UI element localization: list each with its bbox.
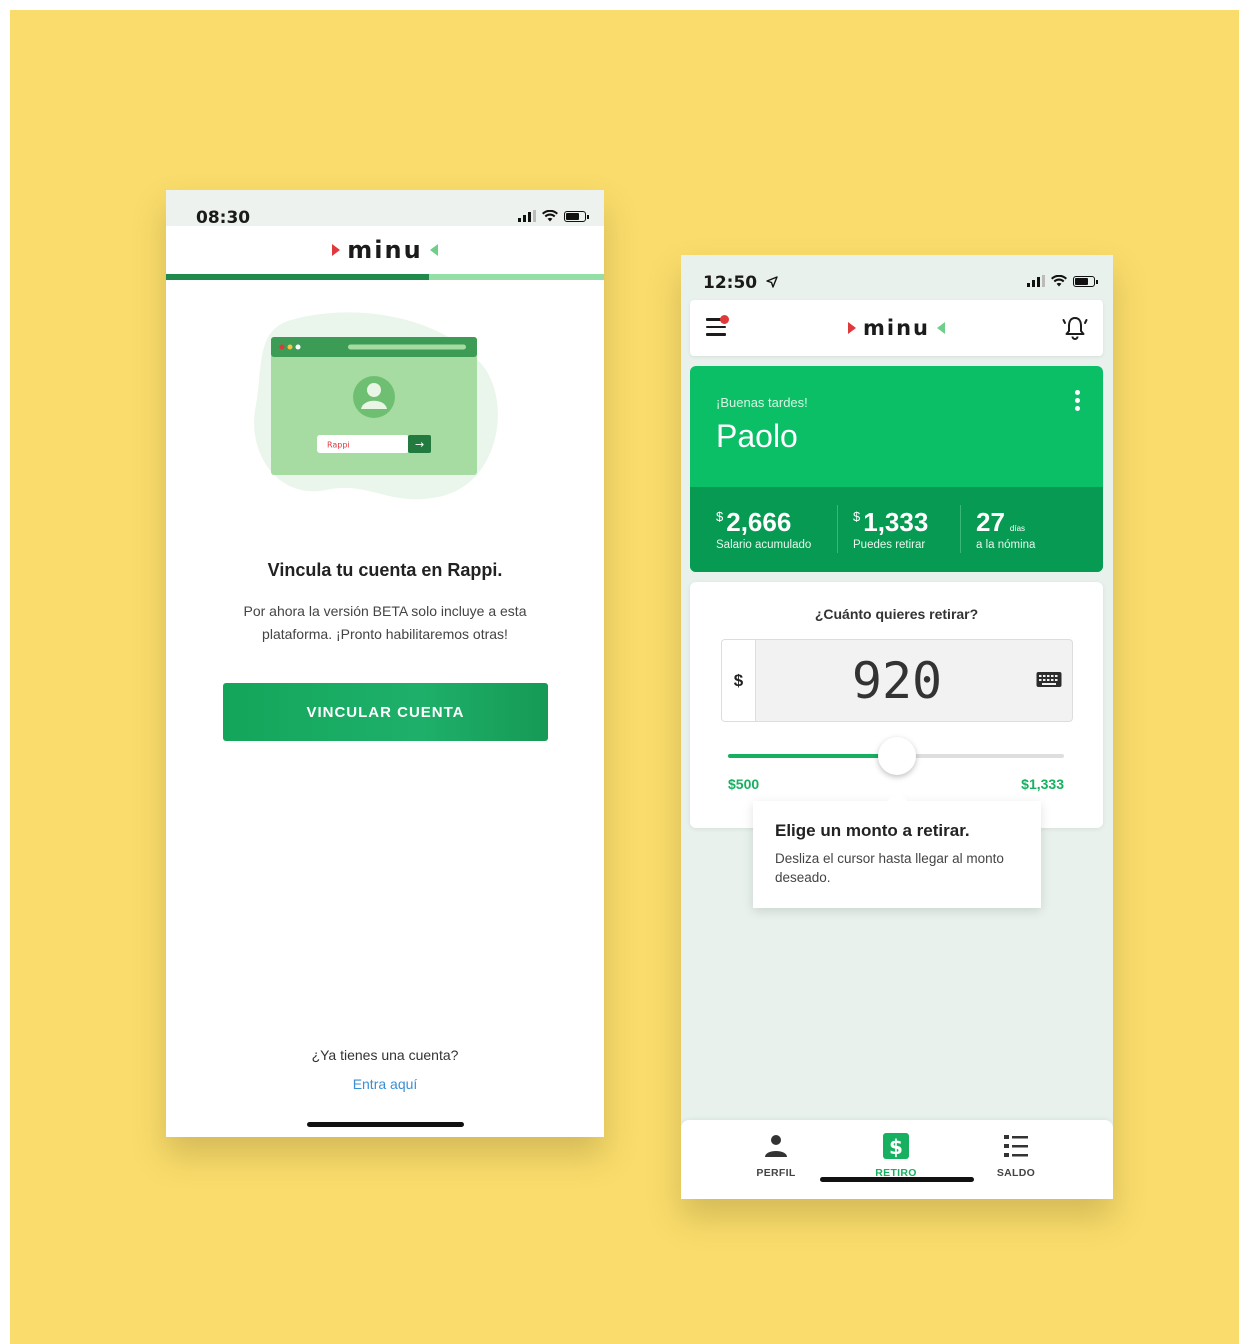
status-bar: 08:30 [166,190,604,228]
logo-green-arrow-icon [936,322,945,334]
greeting-text: ¡Buenas tardes! [716,395,808,410]
currency-sign: $ [716,509,724,524]
currency-sign: $ [853,509,861,524]
status-time: 08:30 [196,208,251,228]
login-link[interactable]: Entra aquí [166,1076,604,1092]
amount-field: $ [721,639,1073,722]
stat-salary-amount: 2,666 [726,507,792,537]
brand-name: minu [863,316,930,340]
stat-days-value: 27 días [976,507,1025,538]
brand-name: minu [347,236,423,264]
list-icon [1004,1135,1028,1157]
slider-tooltip: Elige un monto a retirar. Desliza el cur… [753,791,1041,908]
have-account-text: ¿Ya tienes una cuenta? [311,1047,459,1063]
signal-icon [1027,275,1045,287]
stat-days-unit: días [1009,524,1026,533]
bottom-tab-bar: PERFIL $ RETIRO SALDO [681,1120,1113,1199]
home-indicator[interactable] [820,1177,974,1182]
phone-link-account-screen: 08:30 minu Rappi → Vincula tu cuenta en … [166,190,604,1137]
tab-saldo[interactable]: SALDO [976,1132,1056,1179]
battery-icon [564,210,589,222]
greeting-card: ¡Buenas tardes! Paolo $2,666 Salario acu… [690,366,1103,572]
stat-withdrawable-value: $1,333 [853,507,928,538]
stat-days: 27 días a la nómina [960,487,1103,572]
home-indicator[interactable] [307,1122,464,1127]
illustration-arrow-text: → [415,438,424,451]
withdraw-question: ¿Cuánto quieres retirar? [814,606,979,622]
slider-fill [728,754,898,758]
stat-salary-value: $2,666 [716,507,791,538]
app-header: minu [690,300,1103,356]
tab-retiro[interactable]: $ RETIRO [856,1132,936,1179]
location-arrow-icon [766,276,778,288]
currency-prefix: $ [722,640,756,721]
more-options-icon[interactable] [1075,390,1081,411]
status-icons [518,210,589,222]
app-header: minu [166,226,604,274]
tab-label: SALDO [996,1167,1036,1179]
bell-icon[interactable] [1061,314,1089,342]
svg-text:$: $ [889,1135,903,1159]
stat-salary: $2,666 Salario acumulado [690,487,837,572]
amount-input[interactable] [756,640,1038,721]
signal-icon [518,210,536,222]
keyboard-icon[interactable] [1036,670,1062,690]
stat-withdrawable-amount: 1,333 [863,507,929,537]
dollar-icon: $ [883,1133,909,1159]
stat-withdrawable: $1,333 Puedes retirar [837,487,960,572]
stat-divider [837,505,838,553]
link-account-button[interactable]: VINCULAR CUENTA [223,683,548,741]
phone-withdraw-screen: 12:50 minu ¡Buenas tardes! Paolo $ 2,666… [681,255,1113,1199]
link-account-title: Vincula tu cuenta en Rappi. [267,560,503,580]
progress-fill [166,274,429,280]
status-icons [1027,275,1098,287]
slider-max-label: $1,333 [1021,776,1064,792]
link-account-description: Por ahora la versión BETA solo incluye a… [243,603,527,642]
stat-days-amount: 27 [976,507,1005,537]
status-time-text: 12:50 [703,273,758,293]
onboarding-progress-bar [166,274,604,280]
user-name: Paolo [716,418,798,454]
minu-logo: minu [848,316,945,340]
tooltip-body: Desliza el cursor hasta llegar al monto … [775,851,1004,885]
background-canvas: 08:30 minu Rappi → Vincula tu cuenta en … [10,10,1239,1344]
minu-logo: minu [332,236,438,264]
battery-icon [1073,275,1098,287]
logo-green-arrow-icon [429,244,438,256]
wifi-icon [1051,275,1067,287]
stat-days-label: a la nómina [976,539,1036,551]
notification-dot [720,315,729,324]
stat-salary-label: Salario acumulado [716,539,812,551]
logo-red-arrow-icon [848,322,856,334]
status-time: 12:50 [703,273,778,293]
amount-slider[interactable] [728,737,1064,782]
tooltip-title: Elige un monto a retirar. [775,821,970,840]
person-icon [765,1135,787,1157]
illustration-field-text: Rappi [327,441,350,450]
slider-thumb[interactable] [878,737,917,775]
browser-login-illustration: Rappi → [254,312,498,500]
tab-perfil[interactable]: PERFIL [736,1132,816,1179]
wifi-icon [542,210,558,222]
stat-withdrawable-label: Puedes retirar [853,539,926,551]
stat-divider [960,505,961,553]
logo-red-arrow-icon [332,244,341,256]
slider-min-label: $500 [728,776,760,792]
tab-label: PERFIL [756,1167,796,1179]
stats-row: $2,666 Salario acumulado $1,333 Puedes r… [690,487,1103,572]
